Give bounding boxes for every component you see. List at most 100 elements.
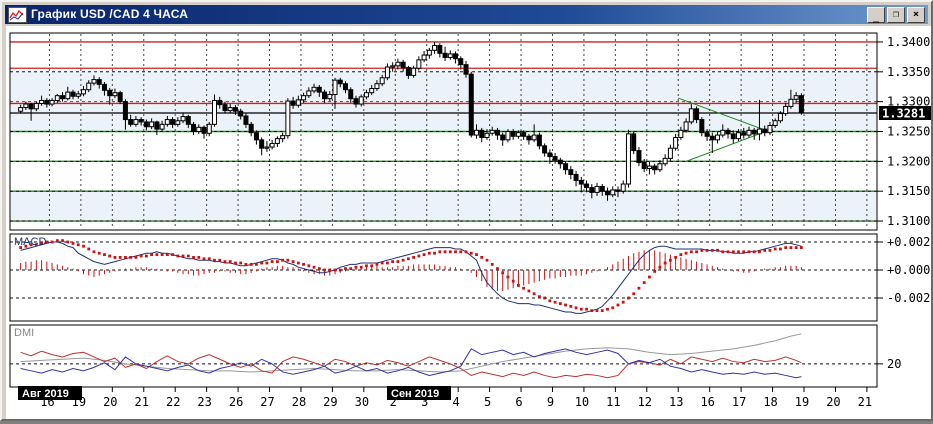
candle-body [75, 93, 81, 97]
signal-dot [779, 247, 782, 251]
signal-dot [438, 250, 442, 254]
candle-body [222, 104, 228, 112]
signal-dot [532, 292, 536, 296]
signal-dot [627, 296, 630, 300]
candle-body [60, 95, 66, 100]
candle-body [170, 119, 176, 125]
signal-dot [302, 263, 305, 266]
candle-body [489, 129, 495, 134]
signal-dot [354, 265, 358, 269]
candle-body [673, 136, 679, 149]
dmi-panel: 20 DMI [9, 324, 901, 388]
candle-body [264, 146, 270, 149]
candle-body [353, 98, 359, 105]
candle-body [463, 64, 469, 75]
candle-body [65, 91, 71, 100]
candle-body [327, 93, 333, 100]
signal-dot [632, 292, 636, 296]
macd-tick-label: +0.002 [887, 235, 930, 249]
candle-body [290, 100, 296, 106]
signal-dot [202, 257, 206, 261]
candle-body [563, 163, 569, 171]
signal-dot [459, 250, 463, 254]
candle-body [657, 163, 663, 171]
minimize-button[interactable]: _ [867, 6, 885, 23]
signal-dot [752, 250, 756, 254]
signal-dot [485, 258, 489, 262]
candle-body [28, 103, 34, 110]
day-label: 9 [547, 395, 554, 409]
signal-dot [422, 253, 426, 256]
day-label: 6 [515, 395, 522, 409]
signal-dot [338, 268, 342, 272]
candle-body [453, 53, 459, 60]
candle-body [259, 139, 265, 149]
macd-tick-label: -0.002 [887, 291, 930, 305]
signal-dot [260, 261, 264, 265]
maximize-button[interactable]: ❐ [887, 6, 905, 23]
candle-body [81, 89, 86, 95]
candle-body [117, 92, 123, 103]
candle-body [699, 119, 705, 134]
signal-dot [642, 281, 646, 284]
day-label: 22 [166, 395, 180, 409]
signal-dot [648, 275, 651, 279]
candle-body [568, 169, 574, 175]
macd-plot-area[interactable] [10, 234, 877, 321]
signal-dot [553, 300, 557, 304]
candle-body [552, 156, 558, 161]
price-tick-label: 1.3400 [887, 35, 930, 49]
candle-body [421, 54, 427, 61]
candle-body [762, 128, 768, 134]
signal-dot [249, 263, 253, 266]
signal-dot [296, 261, 300, 265]
candle-body [788, 98, 794, 107]
signal-dot [448, 250, 452, 254]
close-button[interactable]: × [907, 6, 925, 23]
signal-dot [695, 250, 698, 254]
signal-dot [349, 267, 353, 270]
candle-body [411, 67, 417, 76]
candle-body [594, 185, 600, 193]
window-title: График USD /CAD 4 ЧАСА [31, 7, 189, 21]
signal-dot [653, 270, 657, 273]
candle-body [578, 179, 584, 185]
candle-body [337, 79, 343, 85]
candle-body [363, 92, 369, 98]
signal-dot [501, 271, 505, 275]
candle-body [180, 116, 186, 122]
candle-body [484, 132, 490, 138]
signal-dot [307, 264, 311, 268]
signal-dot [716, 249, 719, 252]
signal-dot [574, 306, 578, 310]
candle-body [18, 107, 24, 112]
chart-canvas[interactable]: 1.34001.33501.33001.32501.32001.31501.31… [6, 26, 933, 419]
signal-dot [569, 305, 573, 308]
signal-dot [773, 247, 777, 251]
dmi-plot-area[interactable] [10, 325, 877, 387]
signal-dot [564, 303, 567, 307]
candle-body [175, 120, 181, 125]
signal-dot [726, 250, 730, 254]
candle-body [101, 83, 107, 91]
candle-body [751, 129, 757, 135]
day-label: 20 [826, 395, 840, 409]
signal-dot [784, 246, 788, 249]
day-label: 13 [669, 395, 683, 409]
day-label: 19 [795, 395, 809, 409]
signal-dot [747, 250, 751, 254]
candle-body [605, 190, 610, 196]
price-band [11, 191, 876, 222]
signal-dot [799, 246, 803, 249]
candle-body [379, 77, 385, 85]
candle-body [777, 113, 783, 122]
signal-dot [328, 268, 332, 272]
signal-dot [66, 240, 70, 244]
signal-dot [417, 254, 421, 258]
day-label: 10 [575, 395, 589, 409]
signal-dot [616, 303, 620, 307]
candle-body [557, 159, 563, 165]
title-bar[interactable]: График USD /CAD 4 ЧАСА _ ❐ × [5, 5, 928, 24]
day-label: 4 [453, 395, 460, 409]
candle-body [646, 165, 652, 170]
